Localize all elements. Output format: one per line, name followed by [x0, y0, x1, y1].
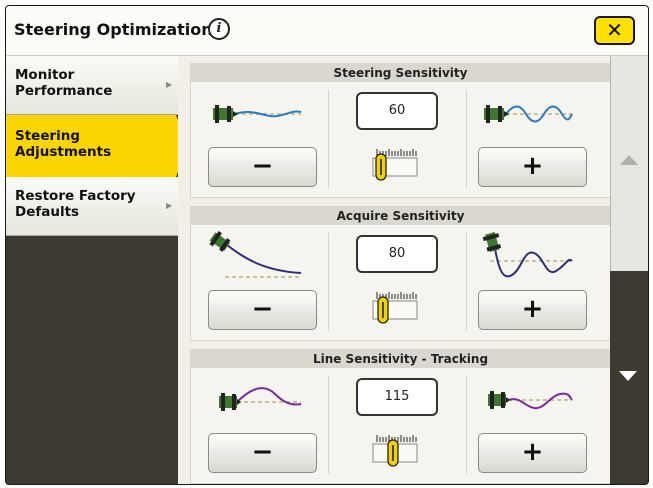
- decrease-sensitivity-illustration: [209, 231, 302, 278]
- line-sensitivity-tracking-panel: Line Sensitivity - Tracking − 115 +: [190, 349, 611, 484]
- increase-line-sensitivity-button[interactable]: +: [478, 433, 587, 473]
- sidebar-nav: Monitor Performance ▶ Steering Adjustmen…: [6, 56, 188, 236]
- decrease-steering-sensitivity-button[interactable]: −: [208, 147, 317, 187]
- sidebar-item-label: Steering Adjustments: [15, 128, 112, 160]
- divider: [466, 233, 467, 331]
- steering-sensitivity-value: 60: [356, 92, 438, 130]
- increase-acquire-sensitivity-button[interactable]: +: [478, 290, 587, 330]
- sensitivity-level-slider[interactable]: [371, 291, 421, 331]
- sensitivity-level-slider[interactable]: [371, 434, 421, 474]
- divider: [328, 376, 329, 474]
- close-button[interactable]: ✕: [594, 16, 635, 45]
- divider: [466, 376, 467, 474]
- increase-steering-sensitivity-button[interactable]: +: [478, 147, 587, 187]
- increase-sensitivity-illustration: [484, 105, 573, 123]
- steering-optimization-window: Steering Optimization i ✕ Monitor Perfor…: [5, 5, 649, 485]
- scroll-down-arrow-icon: [619, 371, 637, 381]
- decrease-acquire-sensitivity-button[interactable]: −: [208, 290, 317, 330]
- scroll-up-button[interactable]: [610, 56, 648, 271]
- chevron-right-icon: ▶: [166, 80, 173, 89]
- divider: [328, 233, 329, 331]
- decrease-line-sensitivity-button[interactable]: −: [208, 433, 317, 473]
- steering-sensitivity-panel: Steering Sensitivity − 60 +: [190, 63, 611, 198]
- acquire-sensitivity-panel: Acquire Sensitivity − 80 +: [190, 206, 611, 341]
- slider-thumb[interactable]: [387, 439, 399, 467]
- slider-thumb[interactable]: [377, 296, 389, 324]
- sidebar-item-label: Monitor Performance: [15, 67, 113, 99]
- sidebar-item-steering-adjustments[interactable]: Steering Adjustments: [6, 115, 188, 177]
- panel-title: Line Sensitivity - Tracking: [191, 350, 610, 368]
- increase-sensitivity-illustration: [488, 391, 573, 410]
- sidebar-item-monitor-performance[interactable]: Monitor Performance ▶: [6, 56, 178, 115]
- divider: [466, 90, 467, 188]
- info-icon[interactable]: i: [208, 18, 230, 40]
- line-sensitivity-value: 115: [356, 378, 438, 416]
- vertical-scrollbar[interactable]: [610, 56, 648, 484]
- sensitivity-level-slider[interactable]: [371, 148, 421, 188]
- sidebar-item-restore-factory-defaults[interactable]: Restore Factory Defaults ▶: [6, 177, 178, 236]
- divider: [328, 90, 329, 188]
- increase-sensitivity-illustration: [482, 231, 573, 278]
- acquire-sensitivity-value: 80: [356, 235, 438, 273]
- content-area: Steering Sensitivity − 60 + Acquire Sens…: [178, 56, 611, 484]
- scroll-up-arrow-icon: [620, 155, 638, 165]
- scroll-down-button[interactable]: [610, 271, 648, 484]
- title-bar: Steering Optimization i ✕: [6, 6, 648, 56]
- page-title: Steering Optimization: [14, 20, 213, 39]
- decrease-sensitivity-illustration: [213, 105, 302, 123]
- panel-title: Steering Sensitivity: [191, 64, 610, 82]
- sidebar-item-label: Restore Factory Defaults: [15, 188, 136, 220]
- chevron-right-icon: ▶: [166, 201, 173, 210]
- panel-title: Acquire Sensitivity: [191, 207, 610, 225]
- decrease-sensitivity-illustration: [219, 387, 302, 411]
- slider-thumb[interactable]: [375, 153, 387, 181]
